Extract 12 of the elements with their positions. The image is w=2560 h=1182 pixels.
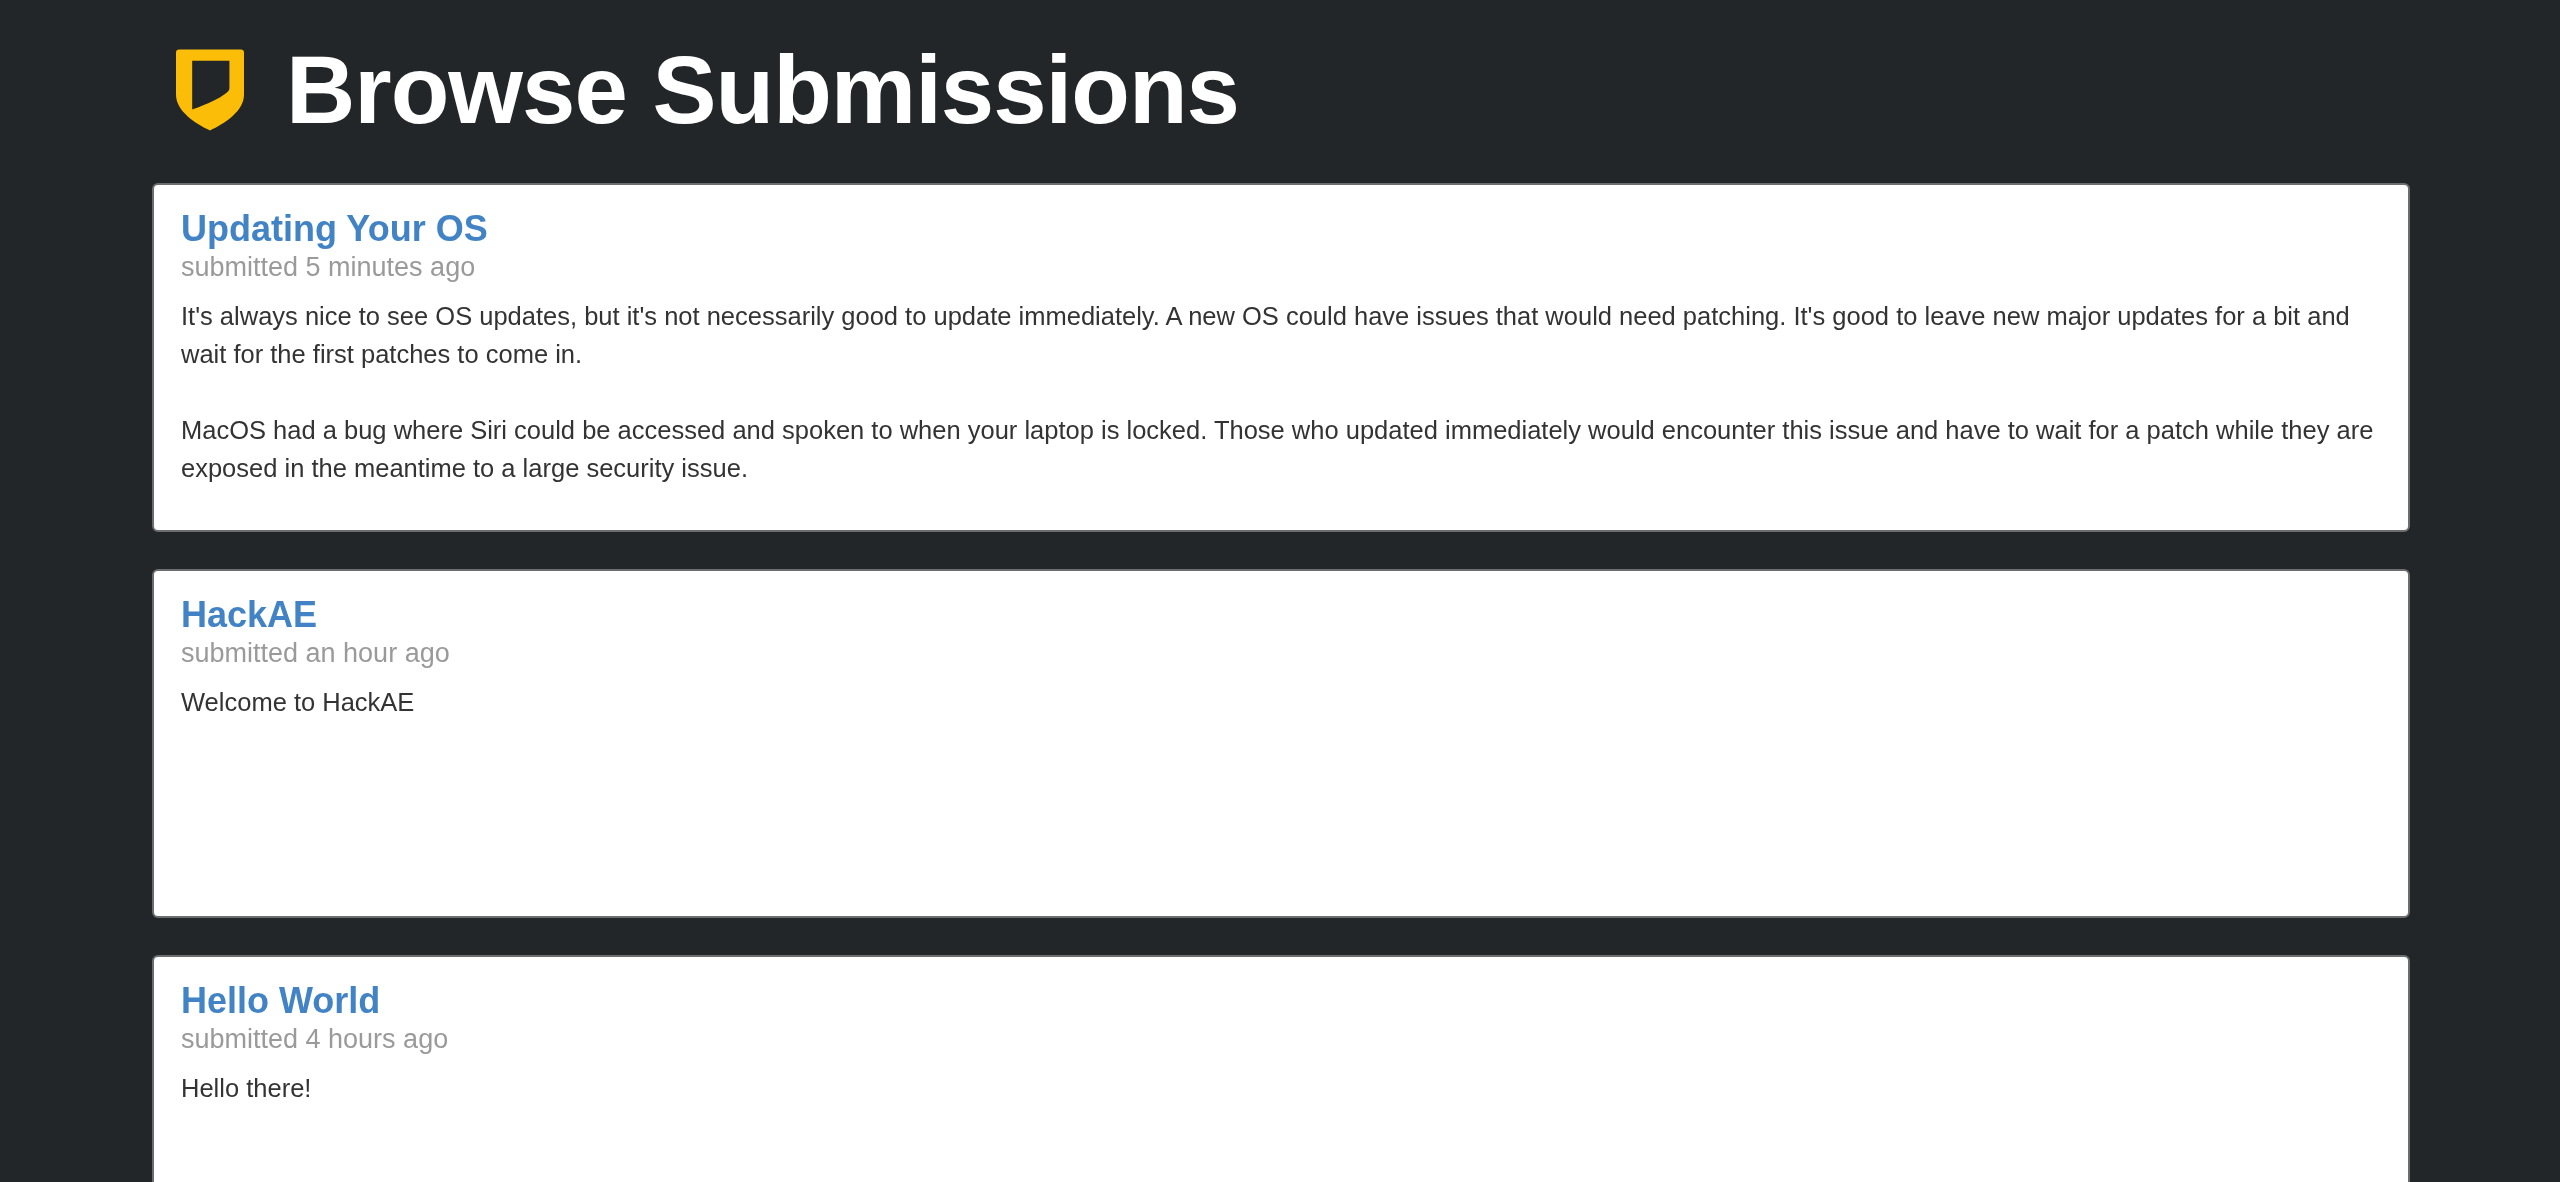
submission-time: submitted 5 minutes ago [181, 252, 476, 284]
submission-title-link[interactable]: HackAE [181, 593, 318, 637]
submission-title-link[interactable]: Updating Your OS [181, 207, 488, 251]
submission-text: Welcome to HackAE [181, 687, 415, 719]
submission-text: Hello there! [181, 1073, 312, 1105]
submission-text: MacOS had a bug where Siri could be accessed and spoken to when your laptop is locked. Those who updated immediately would encounter this issue and have to wait for a patch while they are exposed in the meantime to a large security issue. [181, 415, 2375, 485]
submission-time: submitted an hour ago [181, 638, 450, 670]
submission-title-link[interactable]: Hello World [181, 979, 381, 1023]
submission-time: submitted 4 hours ago [181, 1024, 449, 1056]
submission-text: It's always nice to see OS updates, but it's not necessarily good to update immediately. A new OS could have issues that would need patching. It's good to leave new major updates for a bit and wait for the first patches to come in. [181, 301, 2351, 371]
page-title: Browse Submissions [286, 34, 1239, 145]
shield-logo-icon [176, 48, 244, 131]
